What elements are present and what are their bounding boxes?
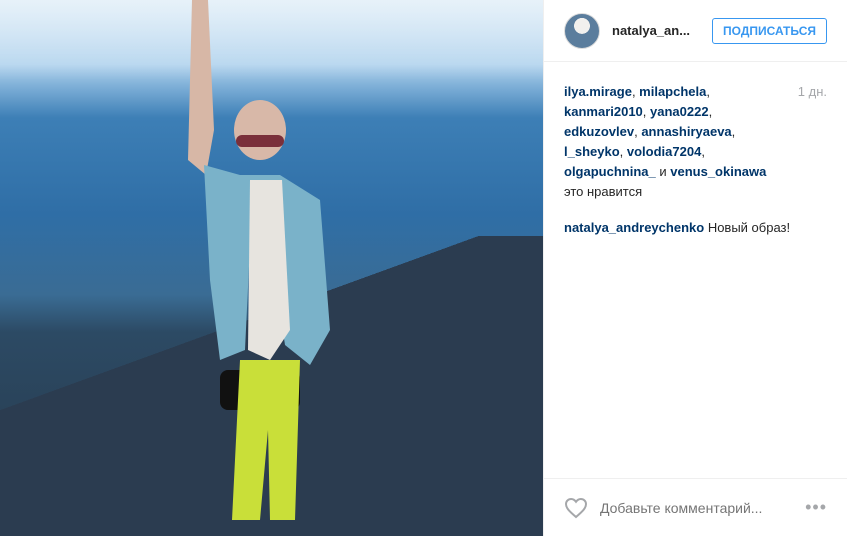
liker-link[interactable]: volodia7204 (627, 144, 701, 159)
post-side-panel: natalya_an... ПОДПИСАТЬСЯ 1 дн. ilya.mir… (543, 0, 847, 536)
liker-link[interactable]: olgapuchnina_ (564, 164, 656, 179)
post-footer: ••• (544, 478, 847, 536)
liker-link[interactable]: yana0222 (650, 104, 709, 119)
liker-link[interactable]: kanmari2010 (564, 104, 643, 119)
caption-text: Новый образ! (707, 220, 791, 235)
more-options-icon[interactable]: ••• (805, 497, 827, 518)
heart-outline-icon[interactable] (564, 497, 588, 519)
instagram-post: natalya_an... ПОДПИСАТЬСЯ 1 дн. ilya.mir… (0, 0, 847, 536)
caption-author-link[interactable]: natalya_andreychenko (564, 220, 704, 235)
caption: natalya_andreychenko Новый образ! (564, 218, 827, 238)
author-avatar[interactable] (564, 12, 600, 49)
liker-link[interactable]: annashiryaeva (641, 124, 731, 139)
author-username[interactable]: natalya_an... (612, 23, 700, 38)
likes-list: ilya.mirage, milapchela, kanmari2010, ya… (564, 84, 767, 199)
woman-waving-figure (188, 0, 330, 520)
post-photo[interactable] (0, 0, 543, 536)
follow-button[interactable]: ПОДПИСАТЬСЯ (712, 17, 827, 44)
liker-link[interactable]: ilya.mirage (564, 84, 632, 99)
likes-suffix: это нравится (564, 184, 643, 199)
liker-link[interactable]: milapchela (639, 84, 706, 99)
liker-link[interactable]: l_sheyko (564, 144, 620, 159)
liker-link[interactable]: venus_okinawa (670, 164, 766, 179)
post-header: natalya_an... ПОДПИСАТЬСЯ (544, 0, 847, 62)
post-meta: 1 дн. ilya.mirage, milapchela, kanmari20… (544, 62, 847, 238)
liker-link[interactable]: edkuzovlev (564, 124, 634, 139)
post-time[interactable]: 1 дн. (798, 82, 827, 102)
comment-input[interactable] (598, 498, 806, 517)
likes-joiner: и (659, 164, 667, 179)
